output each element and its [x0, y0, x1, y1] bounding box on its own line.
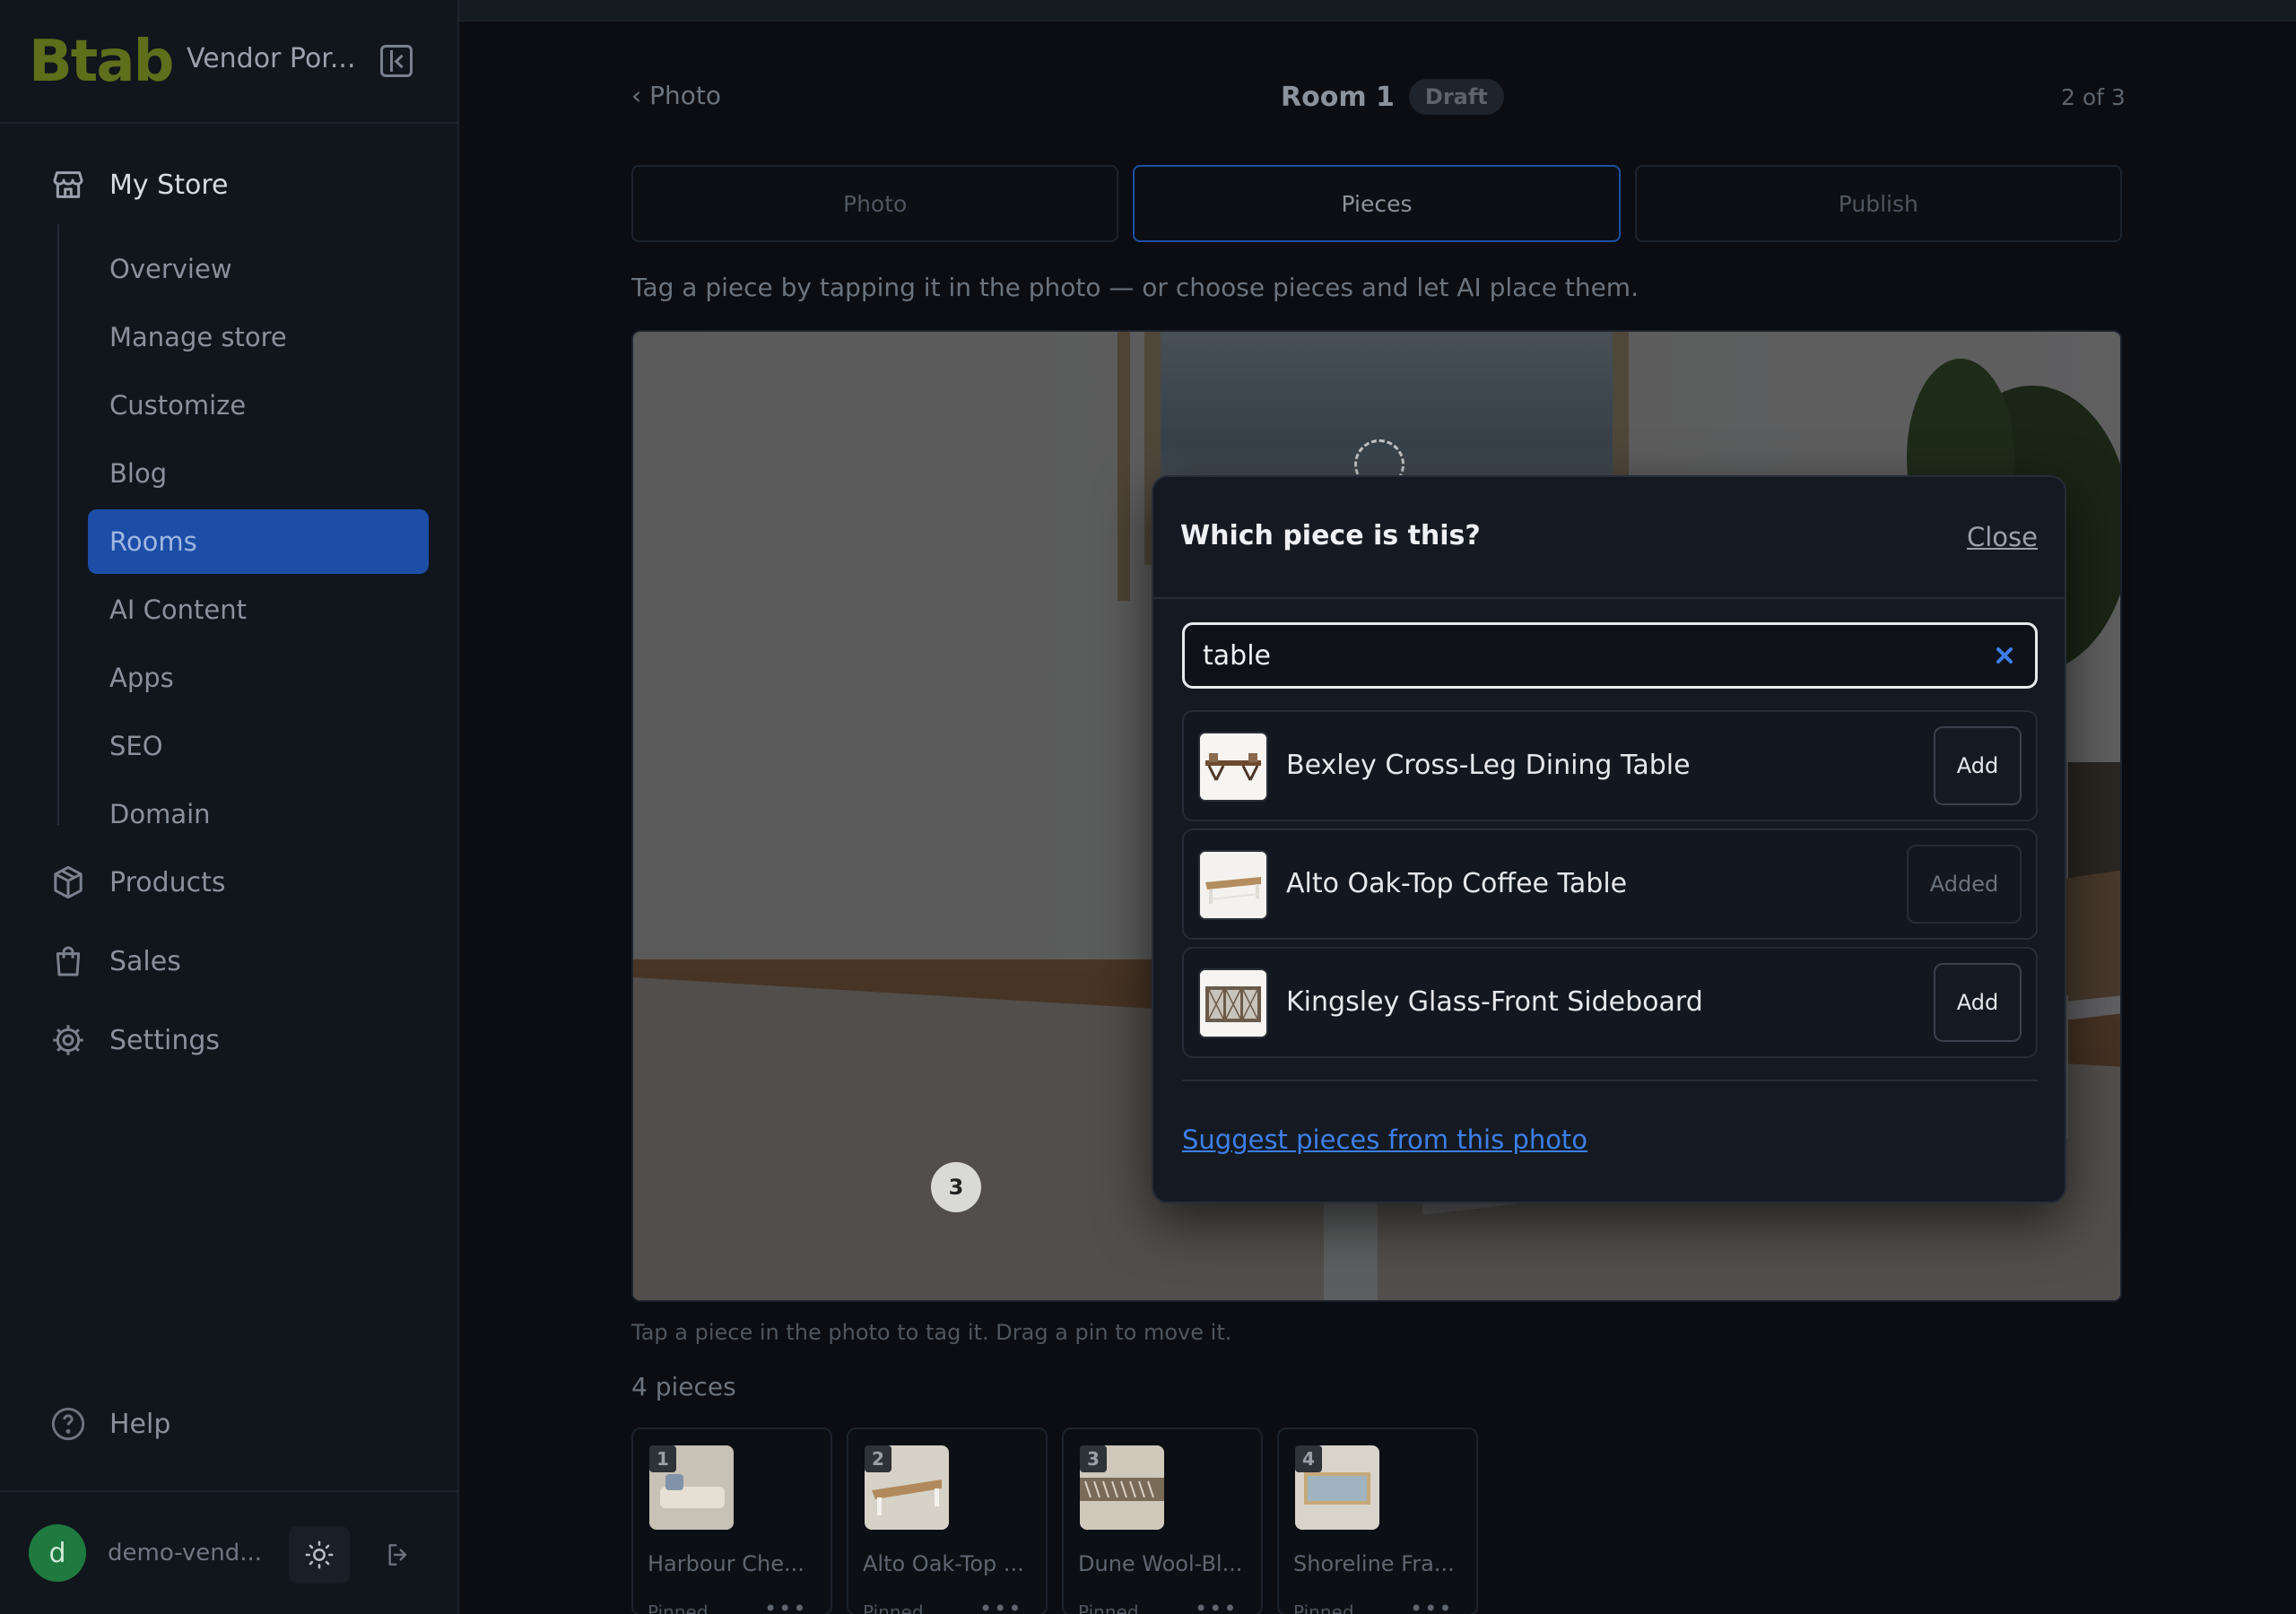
product-thumbnail [1198, 968, 1268, 1038]
sidebar-item-customize[interactable]: Customize [88, 373, 429, 438]
piece-name: Dune Wool-Bl... [1078, 1551, 1243, 1576]
logout-icon [388, 1544, 407, 1566]
sidebar-item-label: Help [109, 1408, 171, 1440]
sidebar-item-overview[interactable]: Overview [88, 237, 429, 301]
step-tabs: Photo Pieces Publish [631, 165, 2122, 242]
logout-button[interactable] [380, 1537, 416, 1573]
added-button[interactable]: Added [1907, 845, 2022, 924]
piece-card[interactable]: 2 Alto Oak-Top ... Pinned ••• [847, 1427, 1048, 1614]
more-icon[interactable]: ••• [979, 1596, 1022, 1614]
sidebar-item-my-store[interactable]: My Store [50, 167, 228, 203]
sun-icon [305, 1540, 334, 1569]
piece-status: Pinned [648, 1601, 709, 1614]
sidebar-item-label: My Store [109, 169, 229, 201]
piece-status: Pinned [1078, 1601, 1139, 1614]
piece-picker-dialog: Which piece is this? Close Bexley Cross-… [1152, 475, 2066, 1203]
product-name: Bexley Cross-Leg Dining Table [1286, 750, 1691, 781]
gear-icon [50, 1022, 86, 1058]
piece-name: Alto Oak-Top ... [863, 1551, 1024, 1576]
page-title: Room 1 [1281, 81, 1395, 113]
sidebar-divider [0, 1490, 459, 1492]
more-icon[interactable]: ••• [764, 1596, 807, 1614]
app-root: Btab Vendor Por... My Store Overview Man… [0, 0, 2296, 1614]
store-subnav: Overview Manage store Customize Blog Roo… [88, 237, 429, 850]
sidebar-item-label: Products [109, 866, 226, 898]
vendor-name: Vendor Por... [187, 43, 356, 74]
shopping-bag-icon [50, 943, 86, 979]
sidebar-item-products[interactable]: Products [50, 864, 226, 900]
tab-publish[interactable]: Publish [1634, 165, 2122, 242]
main-content: ‹ Photo Room 1 Draft 2 of 3 Photo Pieces… [461, 22, 2296, 1614]
piece-card[interactable]: 4 Shoreline Fra... Pinned ••• [1277, 1427, 1478, 1614]
sidebar-divider [0, 122, 459, 124]
search-result[interactable]: Alto Oak-Top Coffee Table Added [1182, 829, 2038, 940]
sidebar-item-rooms[interactable]: Rooms [88, 509, 429, 574]
piece-name: Harbour Che... [648, 1551, 804, 1576]
search-result[interactable]: Bexley Cross-Leg Dining Table Add [1182, 710, 2038, 821]
sidebar-item-help[interactable]: Help [50, 1406, 170, 1442]
piece-card[interactable]: 3 Dune Wool-Bl... Pinned ••• [1062, 1427, 1263, 1614]
search-field[interactable] [1182, 622, 2038, 689]
piece-number: 4 [1295, 1445, 1322, 1472]
piece-number: 1 [649, 1445, 676, 1472]
sidebar-item-manage-store[interactable]: Manage store [88, 305, 429, 369]
sidebar-item-seo[interactable]: SEO [88, 714, 429, 778]
piece-number: 2 [865, 1445, 891, 1472]
product-name: Alto Oak-Top Coffee Table [1286, 868, 1628, 899]
sidebar-item-settings[interactable]: Settings [50, 1022, 220, 1058]
collapse-sidebar-icon[interactable] [380, 45, 413, 77]
add-button[interactable]: Add [1934, 726, 2022, 805]
dialog-divider [1153, 597, 2065, 599]
piece-status: Pinned [863, 1601, 924, 1614]
sidebar-item-label: Sales [109, 945, 181, 977]
piece-name: Shoreline Fra... [1293, 1551, 1455, 1576]
tree-line [57, 224, 59, 825]
product-thumbnail [1198, 732, 1268, 802]
theme-toggle-button[interactable] [289, 1526, 350, 1584]
tab-photo[interactable]: Photo [631, 165, 1119, 242]
sidebar: Btab Vendor Por... My Store Overview Man… [0, 0, 459, 1614]
box-icon [50, 864, 86, 900]
username: demo-vend... [108, 1540, 260, 1566]
brand-logo[interactable]: Btab [29, 29, 174, 95]
sidebar-item-ai-content[interactable]: AI Content [88, 577, 429, 642]
suggest-pieces-link[interactable]: Suggest pieces from this photo [1182, 1124, 1587, 1155]
search-result[interactable]: Kingsley Glass-Front Sideboard Add [1182, 947, 2038, 1058]
photo-caption: Tap a piece in the photo to tag it. Drag… [631, 1320, 1232, 1345]
dialog-divider [1182, 1080, 2038, 1081]
piece-number: 3 [1080, 1445, 1107, 1472]
product-name: Kingsley Glass-Front Sideboard [1286, 986, 1703, 1018]
sidebar-item-label: Settings [109, 1024, 221, 1056]
sidebar-item-domain[interactable]: Domain [88, 782, 429, 846]
instruction-text: Tag a piece by tapping it in the photo —… [631, 273, 1639, 302]
sidebar-item-sales[interactable]: Sales [50, 943, 181, 979]
clear-search-icon[interactable] [1992, 643, 2017, 668]
status-badge: Draft [1408, 79, 1504, 115]
help-icon [50, 1406, 86, 1442]
pager: 2 of 3 [2061, 84, 2126, 110]
add-button[interactable]: Add [1934, 963, 2022, 1042]
pieces-list: 1 Harbour Che... Pinned ••• 2 Alto Oak-T… [631, 1427, 1478, 1614]
room-header: Room 1 Draft [1281, 79, 1504, 115]
avatar: d [29, 1524, 86, 1582]
product-thumbnail [1198, 850, 1268, 920]
photo-pin[interactable]: 3 [931, 1162, 981, 1212]
pieces-count: 4 pieces [631, 1372, 736, 1401]
search-input[interactable] [1203, 625, 1974, 686]
close-button[interactable]: Close [1967, 522, 2038, 552]
piece-card[interactable]: 1 Harbour Che... Pinned ••• [631, 1427, 832, 1614]
sidebar-item-blog[interactable]: Blog [88, 441, 429, 506]
logo-text: Btab [29, 29, 174, 95]
piece-status: Pinned [1293, 1601, 1354, 1614]
dialog-title: Which piece is this? [1180, 520, 1481, 551]
user-profile[interactable]: d demo-vend... [29, 1524, 260, 1582]
tab-pieces[interactable]: Pieces [1133, 165, 1621, 242]
more-icon[interactable]: ••• [1195, 1596, 1238, 1614]
more-icon[interactable]: ••• [1410, 1596, 1453, 1614]
store-icon [50, 167, 86, 203]
sidebar-item-apps[interactable]: Apps [88, 646, 429, 710]
back-link[interactable]: ‹ Photo [631, 81, 721, 110]
